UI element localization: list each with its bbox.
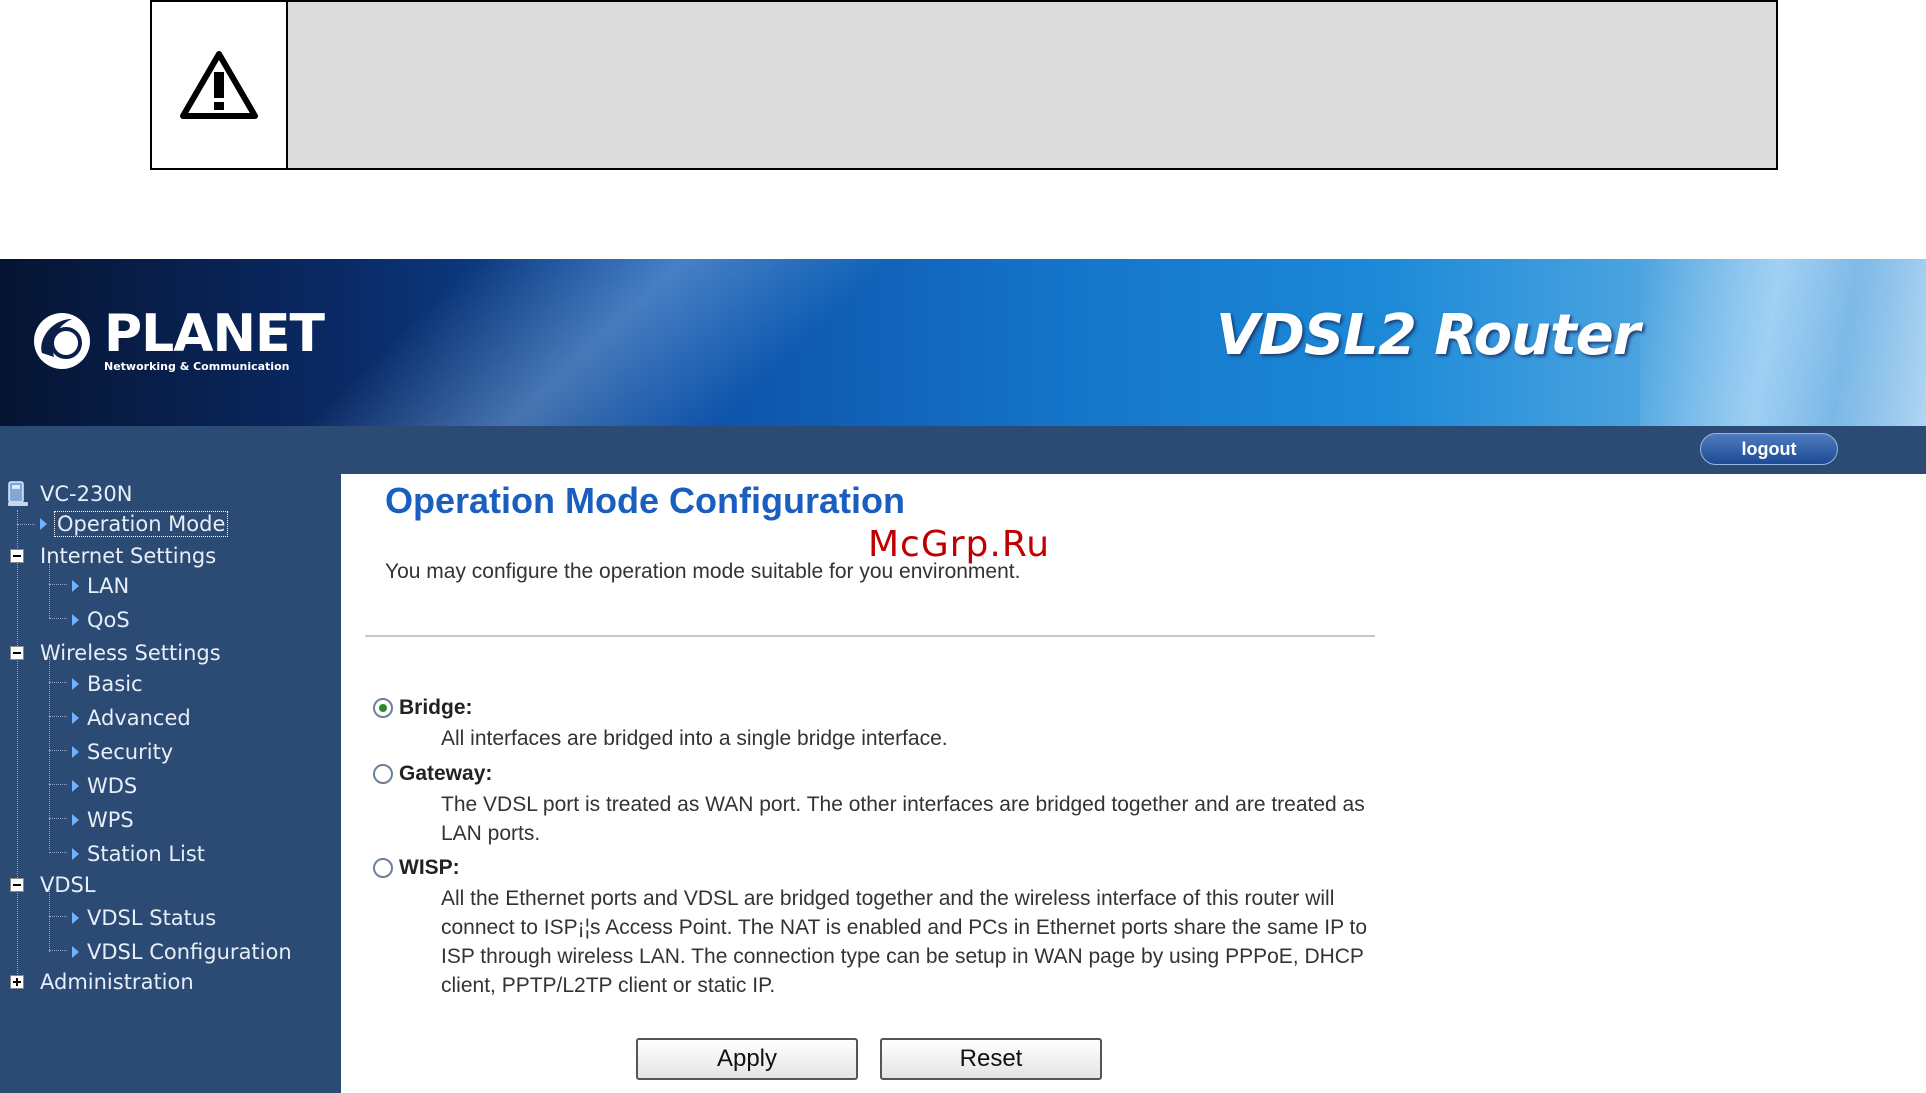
sidebar-item-label: Administration bbox=[40, 970, 194, 994]
option-description: The VDSL port is treated as WAN port. Th… bbox=[441, 793, 1365, 845]
sidebar-group-administration[interactable]: Administration bbox=[10, 968, 194, 996]
sidebar-item-operation-mode[interactable]: Operation Mode bbox=[40, 510, 229, 538]
sidebar-item-label: WDS bbox=[87, 774, 138, 798]
tree-line bbox=[49, 716, 67, 717]
option-gateway: Gateway: The VDSL port is treated as WAN… bbox=[373, 762, 1371, 848]
warning-icon-cell bbox=[152, 2, 288, 168]
arrow-right-icon bbox=[72, 746, 79, 758]
sidebar-group-wireless-settings[interactable]: Wireless Settings bbox=[10, 639, 221, 667]
radio-button[interactable] bbox=[373, 764, 393, 784]
sidebar-item-label: LAN bbox=[87, 574, 130, 598]
top-toolbar: logout bbox=[0, 426, 1926, 474]
sidebar-item-label: Internet Settings bbox=[40, 544, 217, 568]
sidebar-item-wps[interactable]: WPS bbox=[72, 806, 134, 834]
sidebar-item-label: Station List bbox=[87, 842, 206, 866]
watermark: McGrp.Ru bbox=[868, 524, 1051, 565]
reset-button[interactable]: Reset bbox=[880, 1038, 1102, 1080]
arrow-right-icon bbox=[72, 946, 79, 958]
brand-name: PLANET bbox=[104, 303, 325, 364]
logout-button[interactable]: logout bbox=[1700, 433, 1838, 465]
radio-button[interactable] bbox=[373, 858, 393, 878]
option-description: All interfaces are bridged into a single… bbox=[441, 727, 948, 750]
sidebar-item-advanced[interactable]: Advanced bbox=[72, 704, 191, 732]
tree-line bbox=[49, 784, 67, 785]
sidebar-item-label: Security bbox=[87, 740, 174, 764]
tree-line bbox=[49, 950, 67, 951]
arrow-right-icon bbox=[72, 580, 79, 592]
nav-tree: VC-230N Operation Mode Internet Settings… bbox=[0, 474, 341, 1093]
sidebar-item-vdsl-status[interactable]: VDSL Status bbox=[72, 904, 216, 932]
sidebar-item-label: VDSL Configuration bbox=[87, 940, 292, 964]
arrow-right-icon bbox=[72, 814, 79, 826]
tree-line bbox=[49, 852, 67, 853]
divider bbox=[365, 635, 1375, 637]
tree-line bbox=[49, 584, 67, 585]
sidebar-root-device[interactable]: VC-230N bbox=[6, 480, 132, 508]
arrow-right-icon bbox=[72, 848, 79, 860]
collapse-icon[interactable] bbox=[10, 549, 24, 563]
sidebar-item-label: QoS bbox=[87, 608, 130, 632]
arrow-right-icon bbox=[40, 518, 47, 530]
arrow-right-icon bbox=[72, 614, 79, 626]
sidebar-item-station-list[interactable]: Station List bbox=[72, 840, 205, 868]
radio-button-selected[interactable] bbox=[373, 698, 393, 718]
sidebar-item-label: VDSL Status bbox=[87, 906, 217, 930]
sidebar-item-label: VDSL bbox=[40, 873, 96, 897]
sidebar-item-label: Operation Mode bbox=[53, 511, 229, 537]
tree-line bbox=[49, 750, 67, 751]
sidebar-item-vdsl-configuration[interactable]: VDSL Configuration bbox=[72, 938, 292, 966]
sidebar-item-wds[interactable]: WDS bbox=[72, 772, 137, 800]
banner-decoration bbox=[260, 259, 920, 426]
sidebar-group-vdsl[interactable]: VDSL bbox=[10, 871, 96, 899]
banner-building-graphic bbox=[1640, 259, 1926, 426]
sidebar-item-basic[interactable]: Basic bbox=[72, 670, 143, 698]
collapse-icon[interactable] bbox=[10, 646, 24, 660]
collapse-icon[interactable] bbox=[10, 878, 24, 892]
sidebar-item-security[interactable]: Security bbox=[72, 738, 173, 766]
sidebar: VC-230N Operation Mode Internet Settings… bbox=[0, 474, 341, 1093]
radio-bridge[interactable]: Bridge: bbox=[373, 696, 1371, 720]
tree-line bbox=[49, 818, 67, 819]
tree-line bbox=[49, 618, 67, 619]
option-label: Gateway: bbox=[399, 762, 493, 785]
arrow-right-icon bbox=[72, 780, 79, 792]
tree-line bbox=[49, 656, 50, 850]
expand-icon[interactable] bbox=[10, 975, 24, 989]
option-label: WISP: bbox=[399, 856, 460, 879]
sidebar-item-label: Wireless Settings bbox=[40, 641, 221, 665]
option-bridge: Bridge: All interfaces are bridged into … bbox=[373, 696, 1371, 753]
sidebar-item-label: WPS bbox=[87, 808, 134, 832]
arrow-right-icon bbox=[72, 912, 79, 924]
tree-line bbox=[49, 916, 67, 917]
tree-line bbox=[17, 524, 35, 525]
option-description: All the Ethernet ports and VDSL are brid… bbox=[441, 887, 1368, 997]
radio-gateway[interactable]: Gateway: bbox=[373, 762, 1371, 786]
sidebar-item-lan[interactable]: LAN bbox=[72, 572, 129, 600]
tree-line bbox=[17, 560, 18, 980]
header-banner: PLANET Networking & Communication VDSL2 … bbox=[0, 259, 1926, 426]
arrow-right-icon bbox=[72, 678, 79, 690]
tree-line bbox=[49, 682, 67, 683]
product-title: VDSL2 Router bbox=[1216, 303, 1640, 368]
sidebar-item-label: Basic bbox=[87, 672, 143, 696]
planet-logo-icon bbox=[34, 313, 90, 369]
arrow-right-icon bbox=[72, 712, 79, 724]
sidebar-group-internet-settings[interactable]: Internet Settings bbox=[10, 542, 216, 570]
sidebar-root-label: VC-230N bbox=[40, 482, 133, 506]
computer-icon bbox=[8, 481, 28, 506]
warning-icon bbox=[180, 51, 258, 119]
main-content: Operation Mode Configuration You may con… bbox=[341, 474, 1926, 1093]
planet-logo: PLANET Networking & Communication bbox=[30, 303, 325, 373]
option-wisp: WISP: All the Ethernet ports and VDSL ar… bbox=[373, 856, 1371, 1000]
sidebar-item-qos[interactable]: QoS bbox=[72, 606, 130, 634]
warning-note-text bbox=[288, 2, 1776, 168]
apply-button[interactable]: Apply bbox=[636, 1038, 858, 1080]
page-title: Operation Mode Configuration bbox=[385, 480, 905, 521]
warning-note bbox=[150, 0, 1778, 170]
sidebar-item-label: Advanced bbox=[87, 706, 191, 730]
option-label: Bridge: bbox=[399, 696, 473, 719]
radio-wisp[interactable]: WISP: bbox=[373, 856, 1371, 880]
